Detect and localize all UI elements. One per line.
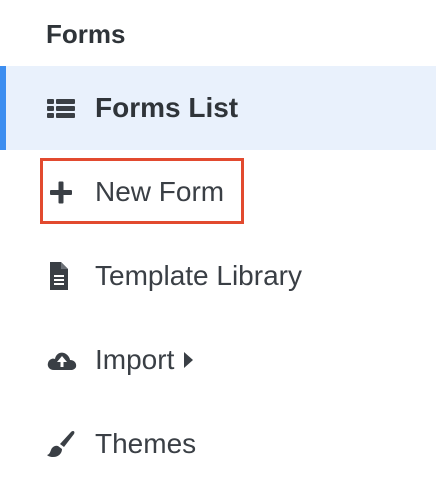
active-indicator [0,66,6,150]
forms-sidebar: Forms Forms List New Form Template Libra… [0,0,436,488]
menu-item-forms-list[interactable]: Forms List [0,66,436,150]
menu-item-label: Import [95,340,194,380]
cloud-upload-icon [46,346,78,374]
section-title: Forms [46,19,126,49]
menu-item-label: Forms List [95,92,239,123]
menu-item-themes[interactable]: Themes [0,402,436,486]
brush-icon [46,430,78,458]
menu-item-label: Template Library [95,260,302,291]
menu-item-import[interactable]: Import [0,318,436,402]
forms-menu: Forms List New Form Template Library Imp… [0,66,436,486]
highlight-box [40,158,244,224]
list-icon [46,94,78,122]
document-icon [46,262,78,290]
menu-item-template-library[interactable]: Template Library [0,234,436,318]
menu-item-label: Themes [95,428,197,459]
caret-right-icon [184,351,194,368]
